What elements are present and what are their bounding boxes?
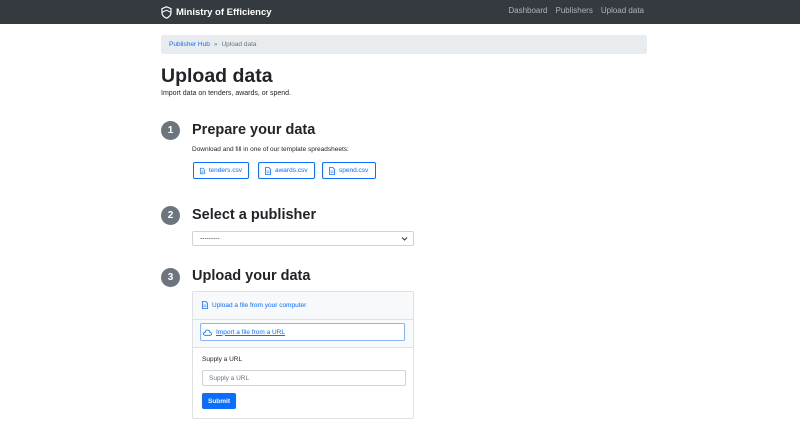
breadcrumb-separator: »: [213, 41, 218, 48]
file-icon: [202, 301, 208, 309]
chevron-down-icon: [401, 237, 408, 241]
upload-method-tabs: Upload a file from your computer Import …: [193, 292, 413, 348]
step-1-badge: 1: [161, 121, 180, 140]
nav-upload-data[interactable]: Upload data: [601, 6, 644, 15]
download-awards-button[interactable]: awards.csv: [258, 162, 315, 179]
step-3-title: Upload your data: [192, 268, 311, 284]
upload-card: Upload a file from your computer Import …: [192, 291, 414, 419]
nav-links: Dashboard Publishers Upload data: [508, 6, 644, 15]
publisher-select[interactable]: ---------: [192, 231, 414, 246]
file-icon: [265, 166, 271, 175]
tab-import-url[interactable]: Import a file from a URL: [200, 323, 405, 341]
nav-publishers[interactable]: Publishers: [555, 6, 592, 15]
step-1-title: Prepare your data: [192, 122, 316, 138]
step-3-badge: 3: [161, 268, 180, 287]
breadcrumb: Publisher Hub » Upload data: [161, 35, 647, 54]
step-2-badge: 2: [161, 206, 180, 225]
cloud-icon: [203, 329, 212, 336]
submit-button[interactable]: Submit: [202, 393, 236, 409]
download-spend-label: spend.csv: [339, 167, 369, 174]
brand-link[interactable]: Ministry of Efficiency: [161, 4, 272, 20]
tab-divider: [193, 319, 413, 320]
file-icon: [200, 167, 205, 174]
brand-name: Ministry of Efficiency: [176, 6, 272, 18]
file-icon: [329, 166, 335, 175]
tab-upload-file-label: Upload a file from your computer: [212, 301, 307, 309]
page-title: Upload data: [161, 65, 273, 87]
url-label: Supply a URL: [202, 356, 243, 363]
download-awards-label: awards.csv: [275, 167, 308, 174]
breadcrumb-home-link[interactable]: Publisher Hub: [169, 41, 210, 48]
url-input[interactable]: [202, 370, 406, 386]
page-lead: Import data on tenders, awards, or spend…: [161, 90, 291, 97]
download-tenders-button[interactable]: tenders.csv: [193, 162, 249, 179]
tab-import-url-label: Import a file from a URL: [216, 328, 285, 336]
template-help-text: Download and fill in one of our template…: [192, 146, 349, 153]
publisher-select-value: ---------: [200, 235, 220, 242]
step-2-title: Select a publisher: [192, 207, 317, 223]
download-tenders-label: tenders.csv: [208, 167, 242, 174]
shield-icon: [161, 5, 172, 19]
download-spend-button[interactable]: spend.csv: [322, 162, 376, 179]
breadcrumb-current: Upload data: [221, 41, 257, 48]
tab-upload-file[interactable]: Upload a file from your computer: [202, 301, 306, 309]
navbar: Ministry of Efficiency Dashboard Publish…: [0, 0, 800, 24]
nav-dashboard[interactable]: Dashboard: [508, 6, 547, 15]
